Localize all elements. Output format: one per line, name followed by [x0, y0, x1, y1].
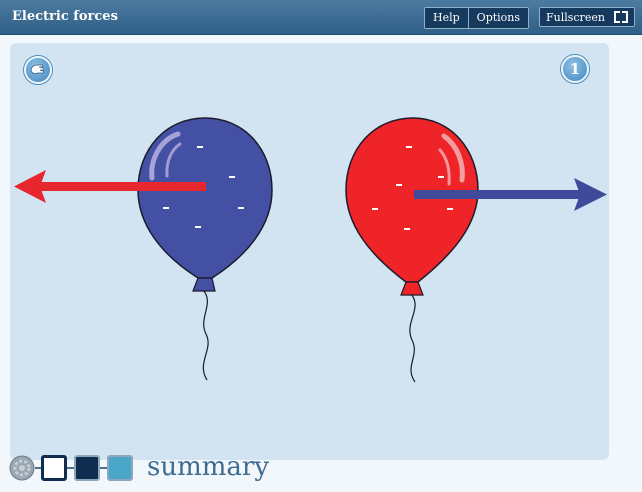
summary-link[interactable]: summary: [147, 451, 269, 483]
charge-sign: [163, 207, 169, 209]
settings-gear-icon[interactable]: [9, 455, 35, 481]
right-balloon-string: [409, 294, 416, 383]
charge-sign: [197, 146, 203, 148]
charge-sign: [438, 176, 444, 178]
hand-tool-button[interactable]: [24, 56, 52, 84]
left-balloon[interactable]: [137, 117, 273, 381]
left-balloon-body: [137, 117, 273, 279]
charge-sign: [406, 146, 412, 148]
hand-icon: [30, 64, 45, 74]
right-balloon-body: [345, 117, 479, 283]
balloon-scene: [14, 117, 607, 383]
charge-sign: [229, 176, 235, 178]
nav-connector: [67, 467, 74, 469]
step-indicator[interactable]: 1: [561, 55, 589, 83]
right-balloon-knot: [400, 281, 424, 296]
right-balloon[interactable]: [345, 117, 479, 383]
charge-sign: [195, 226, 201, 228]
charge-sign: [396, 184, 402, 186]
left-balloon-string: [202, 290, 209, 381]
nav-step-2[interactable]: [74, 455, 100, 481]
nav-step-3[interactable]: [107, 455, 133, 481]
charge-sign: [447, 208, 453, 210]
nav-step-1[interactable]: [41, 455, 67, 481]
nav-connector: [100, 467, 107, 469]
charge-sign: [238, 207, 244, 209]
charge-sign: [372, 208, 378, 210]
left-balloon-knot: [192, 277, 216, 292]
charge-sign: [404, 228, 410, 230]
